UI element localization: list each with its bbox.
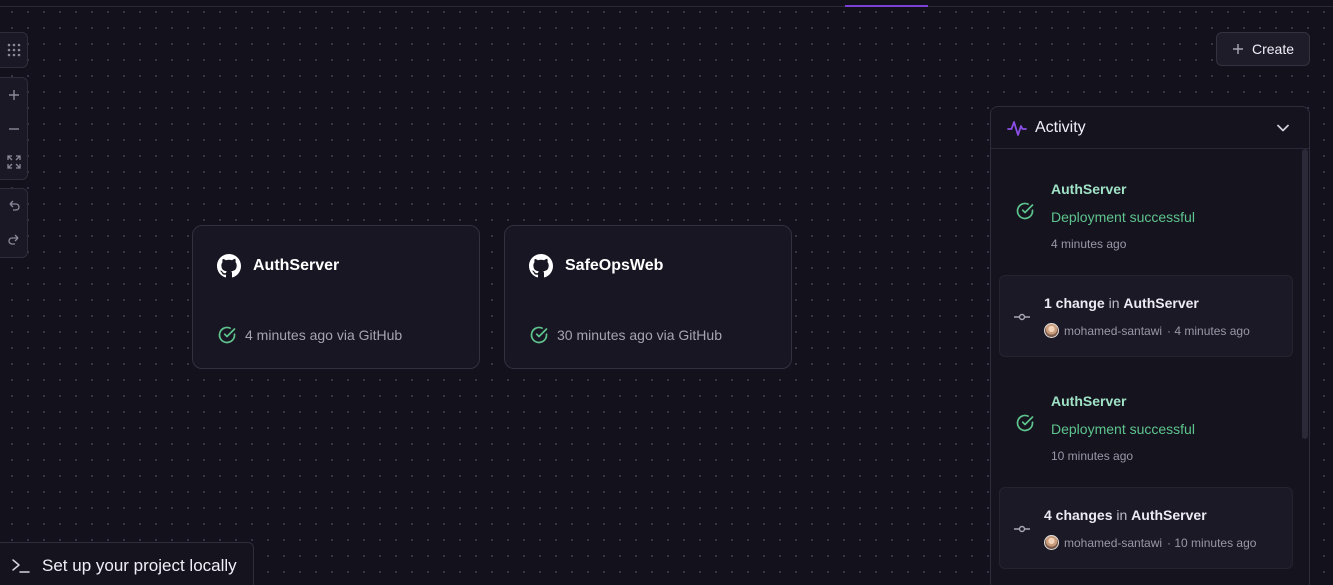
active-tab-indicator (845, 5, 928, 7)
change-meta: mohamed-santawi · 10 minutes ago (1044, 535, 1256, 550)
chevron-down-icon[interactable] (1275, 120, 1291, 136)
service-card-meta: 4 minutes ago via GitHub (217, 325, 402, 345)
grid-toggle-button[interactable] (0, 33, 28, 67)
top-divider (0, 6, 1333, 7)
toolbar-group-grid (0, 32, 28, 68)
commit-icon (1014, 313, 1030, 321)
change-in-label: in (1108, 295, 1120, 311)
service-card-meta: 30 minutes ago via GitHub (529, 325, 722, 345)
zoom-in-icon (8, 89, 19, 100)
activity-scrollbar[interactable] (1302, 149, 1308, 439)
activity-title: Activity (1035, 119, 1086, 136)
activity-time: 10 minutes ago (1051, 449, 1134, 463)
activity-header[interactable]: Activity (991, 107, 1309, 149)
create-button[interactable]: Create (1216, 32, 1310, 66)
service-card-title: SafeOpsWeb (529, 254, 663, 278)
activity-item-deployment[interactable]: AuthServer Deployment successful 4 minut… (999, 157, 1293, 261)
avatar (1044, 535, 1059, 550)
check-circle-icon (1016, 414, 1034, 432)
change-service: AuthServer (1123, 295, 1199, 311)
activity-service-name: AuthServer (1051, 181, 1127, 197)
fit-view-icon (6, 155, 21, 169)
service-name: SafeOpsWeb (565, 257, 664, 274)
change-author: mohamed-santawi (1064, 323, 1163, 338)
change-time: · 4 minutes ago (1167, 323, 1250, 338)
terminal-icon (12, 559, 30, 573)
change-service: AuthServer (1131, 507, 1207, 523)
github-icon (217, 254, 241, 278)
setup-locally-label: Set up your project locally (42, 556, 237, 575)
service-deploy-time: 4 minutes ago via GitHub (245, 327, 403, 343)
create-button-label: Create (1251, 41, 1295, 57)
plus-icon (1232, 44, 1243, 54)
activity-item-change[interactable]: 1 change in AuthServer mohamed-santawi ·… (999, 275, 1293, 357)
service-name: AuthServer (253, 257, 340, 274)
change-summary: 1 change in AuthServer (1044, 295, 1199, 311)
github-icon (529, 254, 553, 278)
check-circle-icon (530, 326, 548, 344)
service-deploy-time: 30 minutes ago via GitHub (557, 327, 722, 343)
activity-status: Deployment successful (1051, 209, 1195, 225)
service-card-safeopsweb[interactable]: SafeOpsWeb 30 minutes ago via GitHub (504, 225, 792, 369)
redo-icon (7, 234, 18, 245)
change-count: 4 changes (1044, 507, 1113, 523)
activity-service-name: AuthServer (1051, 393, 1127, 409)
activity-item-change[interactable]: 4 changes in AuthServer mohamed-santawi … (999, 487, 1293, 569)
zoom-out-button[interactable] (0, 112, 28, 146)
change-summary: 4 changes in AuthServer (1044, 507, 1207, 523)
activity-panel: Activity AuthServer Deployment successfu… (990, 106, 1310, 585)
change-count: 1 change (1044, 295, 1105, 311)
activity-status: Deployment successful (1051, 421, 1195, 437)
avatar (1044, 323, 1059, 338)
check-circle-icon (1016, 202, 1034, 220)
service-card-title: AuthServer (217, 254, 339, 278)
zoom-out-icon (8, 127, 19, 130)
change-author: mohamed-santawi (1064, 535, 1163, 550)
toolbar-group-history (0, 188, 28, 258)
redo-button[interactable] (0, 223, 28, 257)
fit-view-button[interactable] (0, 145, 28, 179)
change-in-label: in (1116, 507, 1128, 523)
activity-item-deployment[interactable]: AuthServer Deployment successful 10 minu… (999, 369, 1293, 473)
check-circle-icon (218, 326, 236, 344)
pulse-icon (1007, 121, 1027, 136)
toolbar-group-zoom (0, 77, 28, 180)
zoom-in-button[interactable] (0, 78, 28, 112)
activity-time: 4 minutes ago (1051, 237, 1127, 251)
change-time: · 10 minutes ago (1167, 535, 1257, 550)
grid-icon (7, 43, 20, 57)
service-card-authserver[interactable]: AuthServer 4 minutes ago via GitHub (192, 225, 480, 369)
undo-button[interactable] (0, 189, 28, 223)
commit-icon (1014, 525, 1030, 533)
setup-locally-button[interactable]: Set up your project locally (0, 542, 254, 585)
change-meta: mohamed-santawi · 4 minutes ago (1044, 323, 1250, 338)
undo-icon (9, 200, 20, 211)
